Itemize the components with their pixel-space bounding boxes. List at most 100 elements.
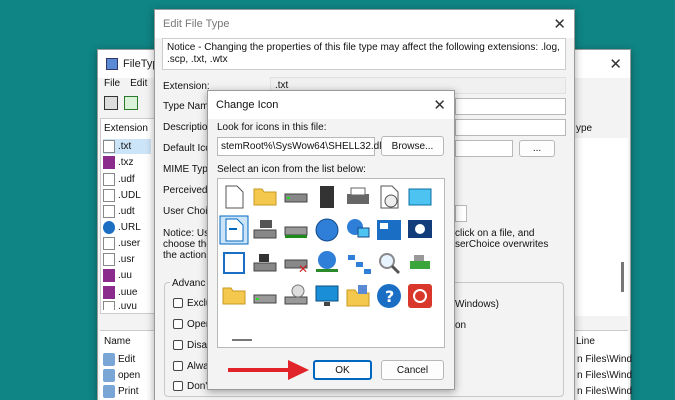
checkbox-box bbox=[173, 340, 183, 351]
chip-icon[interactable] bbox=[320, 186, 334, 208]
text-document-icon[interactable] bbox=[219, 215, 249, 245]
drive-icon[interactable] bbox=[284, 193, 308, 203]
label-perceived-type: Perceived T bbox=[163, 185, 208, 196]
action-row-open[interactable]: open bbox=[103, 368, 140, 383]
label-extension: Extension: bbox=[163, 81, 210, 92]
text-file-icon bbox=[103, 140, 115, 153]
clock-document-icon[interactable] bbox=[380, 185, 399, 209]
user-choice-field[interactable] bbox=[455, 205, 467, 222]
notice2-right-line: click on a file, and bbox=[455, 228, 535, 239]
list-item[interactable]: .udt bbox=[103, 204, 135, 219]
action-row-edit[interactable]: Edit bbox=[103, 352, 135, 367]
type-name-field[interactable] bbox=[455, 98, 566, 115]
drive-error-icon[interactable]: ✕ bbox=[284, 259, 308, 276]
checkbox-box bbox=[173, 319, 183, 330]
list-item[interactable]: .UDL bbox=[103, 188, 141, 203]
file-icon bbox=[103, 253, 115, 266]
list-item[interactable]: .txz bbox=[103, 155, 134, 170]
magnifier-icon[interactable] bbox=[379, 253, 401, 275]
checkbox-always[interactable]: Alwa bbox=[173, 361, 209, 372]
checkbox-exclude[interactable]: Exclu bbox=[173, 298, 211, 309]
folder-icon[interactable] bbox=[253, 188, 277, 206]
browse-button[interactable]: Browse... bbox=[381, 136, 444, 156]
file-icon bbox=[103, 205, 115, 218]
window-icon[interactable] bbox=[223, 252, 245, 274]
checkbox-box bbox=[173, 361, 183, 372]
network-globe-icon[interactable] bbox=[316, 251, 338, 272]
file-icon bbox=[103, 173, 115, 186]
description-field[interactable] bbox=[455, 119, 566, 136]
blank-document-icon[interactable] bbox=[225, 185, 244, 209]
help-icon[interactable]: ? bbox=[377, 284, 401, 308]
close-icon[interactable]: ✕ bbox=[433, 96, 446, 114]
checkbox-right-text: on bbox=[455, 320, 467, 331]
notice2-line: the actions bbox=[163, 250, 208, 261]
action-row-print[interactable]: Print bbox=[103, 384, 139, 399]
globe-icon[interactable] bbox=[315, 218, 339, 242]
path-cell: n Files\Wind bbox=[577, 354, 633, 365]
checkbox-dont[interactable]: Don't bbox=[173, 381, 210, 392]
list-item[interactable]: .uvu bbox=[103, 301, 137, 310]
list-item[interactable]: .uue bbox=[103, 285, 137, 300]
path-cell: n Files\Wind bbox=[577, 370, 633, 381]
list-item[interactable]: .user bbox=[103, 236, 140, 251]
menu-edit[interactable]: Edit bbox=[130, 78, 147, 89]
moon-monitor-icon[interactable] bbox=[408, 220, 432, 238]
floppy-drive-icon[interactable] bbox=[253, 254, 277, 272]
list-item[interactable]: .URL bbox=[103, 220, 141, 235]
drive-computer-icon[interactable] bbox=[253, 220, 277, 239]
screen-icon[interactable] bbox=[408, 188, 432, 206]
usb-icon[interactable] bbox=[410, 255, 430, 269]
checkbox-box bbox=[173, 381, 183, 392]
scrollbar-thumb[interactable] bbox=[621, 262, 624, 292]
look-label: Look for icons in this file: bbox=[217, 122, 327, 133]
notice2-line: Notice: Use bbox=[163, 228, 208, 239]
select-label: Select an icon from the list below: bbox=[217, 164, 366, 175]
label-default-icon: Default Ico bbox=[163, 143, 208, 154]
notice2-line: choose the bbox=[163, 239, 208, 250]
name-column-header[interactable]: Name bbox=[104, 336, 131, 347]
cancel-button[interactable]: Cancel bbox=[381, 360, 444, 380]
horizontal-scrollbar[interactable] bbox=[232, 339, 252, 341]
type-column-header[interactable]: ype bbox=[576, 123, 592, 134]
drive-green-icon[interactable] bbox=[284, 226, 308, 238]
refresh-icon[interactable] bbox=[124, 96, 138, 110]
printer-icon[interactable] bbox=[347, 187, 369, 204]
default-icon-field[interactable] bbox=[455, 140, 513, 157]
checkbox-box bbox=[173, 298, 183, 309]
checkbox-open[interactable]: Open bbox=[173, 319, 211, 330]
menu-file[interactable]: File bbox=[104, 78, 120, 89]
ok-button[interactable]: OK bbox=[313, 360, 372, 380]
power-icon[interactable] bbox=[408, 284, 432, 308]
label-user-choice: User Choic bbox=[163, 206, 208, 217]
gear-icon bbox=[103, 385, 115, 398]
checkbox-right-text: Windows) bbox=[455, 299, 499, 310]
list-item[interactable]: .udf bbox=[103, 172, 135, 187]
folder-yellow-icon[interactable] bbox=[222, 287, 246, 305]
notice2-right-line: serChoice overwrites bbox=[455, 239, 549, 250]
line-column-header[interactable]: Line bbox=[576, 336, 595, 347]
list-item[interactable]: .uu bbox=[103, 268, 132, 283]
close-icon[interactable]: ✕ bbox=[553, 15, 566, 33]
settings-panel-icon[interactable] bbox=[377, 220, 401, 240]
drive-small-icon[interactable] bbox=[253, 294, 277, 304]
globe-small-icon bbox=[103, 221, 115, 234]
icon-file-path-input[interactable]: stemRoot%\SysWow64\SHELL32.dll bbox=[217, 137, 384, 156]
label-type-name: Type Name bbox=[163, 101, 208, 112]
drive-cd-icon[interactable] bbox=[284, 284, 308, 305]
network-tree-icon[interactable] bbox=[348, 255, 371, 274]
list-item[interactable]: .usr bbox=[103, 252, 135, 267]
archive-icon bbox=[103, 269, 115, 282]
close-icon[interactable]: ✕ bbox=[609, 55, 622, 73]
notice-text: Notice - Changing the properties of this… bbox=[167, 42, 560, 65]
default-icon-browse-button[interactable]: ... bbox=[519, 140, 555, 157]
icon-grid: ✕? bbox=[217, 178, 445, 348]
grid-folder-icon[interactable] bbox=[346, 285, 370, 307]
monitor-icon[interactable] bbox=[315, 285, 339, 306]
edit-title: Edit File Type bbox=[163, 18, 230, 30]
extension-column-header[interactable]: Extension bbox=[104, 123, 148, 134]
icon-grid-canvas: ✕? bbox=[219, 185, 432, 308]
list-item[interactable]: .txt bbox=[103, 139, 151, 154]
save-icon[interactable] bbox=[104, 96, 118, 110]
network-computer-icon[interactable] bbox=[347, 219, 370, 238]
